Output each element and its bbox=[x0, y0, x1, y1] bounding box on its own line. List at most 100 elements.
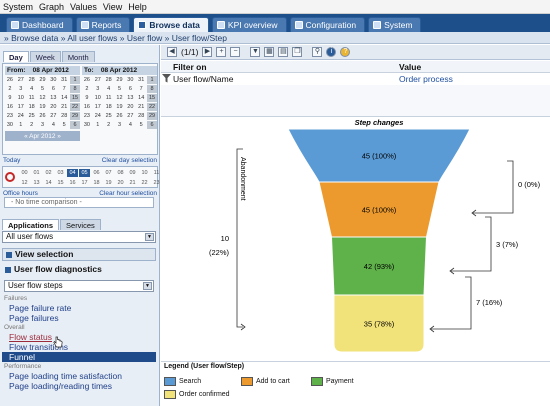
calendar-day[interactable]: 21 bbox=[59, 103, 69, 111]
hour-cell[interactable]: 05 bbox=[79, 169, 90, 177]
tab-applications[interactable]: Applications bbox=[2, 219, 60, 230]
calendar-day[interactable]: 6 bbox=[70, 121, 80, 129]
hour-cell[interactable]: 02 bbox=[43, 169, 54, 177]
tab-week[interactable]: Week bbox=[29, 51, 61, 62]
filter-row[interactable]: User flow/Name Order process bbox=[161, 73, 550, 85]
calendar-day[interactable]: 13 bbox=[48, 94, 58, 102]
menu-help[interactable]: Help bbox=[128, 2, 147, 12]
calendar-day[interactable]: 7 bbox=[59, 85, 69, 93]
tab-services[interactable]: Services bbox=[60, 219, 101, 230]
calendar-day[interactable]: 23 bbox=[82, 112, 92, 120]
calendar-day[interactable]: 11 bbox=[27, 94, 37, 102]
tab-month[interactable]: Month bbox=[61, 51, 95, 62]
calendar-day[interactable]: 21 bbox=[136, 103, 146, 111]
nav-page-loading-time[interactable]: Page loading time satisfaction bbox=[2, 371, 156, 381]
calendar-day[interactable]: 28 bbox=[136, 112, 146, 120]
calendar-day[interactable]: 4 bbox=[48, 121, 58, 129]
tab-system[interactable]: System bbox=[368, 17, 422, 32]
hour-cell[interactable]: 09 bbox=[127, 169, 138, 177]
nav-funnel[interactable]: Funnel bbox=[2, 352, 156, 362]
from-day-grid[interactable]: 26 27 28 29 30 31 1 2 3 4 5 6 7 8 9 10 11 12 13 14 15 16 17 18 1… bbox=[5, 76, 80, 129]
calendar-day[interactable]: 3 bbox=[38, 121, 48, 129]
hour-cell[interactable]: 18 bbox=[91, 179, 102, 187]
calendar-day[interactable]: 27 bbox=[48, 112, 58, 120]
to-day-grid[interactable]: 26 27 28 29 30 31 1 2 3 4 5 6 7 8 9 10 11 12 13 14 15 16 17 18 1… bbox=[82, 76, 157, 129]
calendar-day[interactable]: 3 bbox=[115, 121, 125, 129]
calendar-day[interactable]: 31 bbox=[136, 76, 146, 84]
calendar-day[interactable]: 22 bbox=[147, 103, 157, 111]
hour-cell[interactable]: 12 bbox=[19, 179, 30, 187]
hour-cell[interactable]: 21 bbox=[127, 179, 138, 187]
calendar-day[interactable]: 5 bbox=[115, 85, 125, 93]
calendar-day[interactable]: 25 bbox=[27, 112, 37, 120]
zoom-out-icon[interactable]: − bbox=[230, 47, 241, 57]
search-icon[interactable]: ⚲ bbox=[312, 47, 323, 57]
calendar-day[interactable]: 7 bbox=[136, 85, 146, 93]
hour-cell[interactable]: 13 bbox=[31, 179, 42, 187]
calendar-day[interactable]: 29 bbox=[38, 76, 48, 84]
calendar-day[interactable]: 26 bbox=[82, 76, 92, 84]
menu-system[interactable]: System bbox=[3, 2, 33, 12]
calendar-day[interactable]: 5 bbox=[38, 85, 48, 93]
calendar-day[interactable]: 28 bbox=[59, 112, 69, 120]
hour-cell[interactable]: 00 bbox=[19, 169, 30, 177]
time-comparison-select[interactable]: - No time comparison - bbox=[4, 197, 154, 208]
hour-cell[interactable]: 17 bbox=[79, 179, 90, 187]
calendar-day[interactable]: 4 bbox=[104, 85, 114, 93]
calendar-day[interactable]: 1 bbox=[93, 121, 103, 129]
zoom-in-icon[interactable]: + bbox=[216, 47, 227, 57]
calendar-day[interactable]: 5 bbox=[59, 121, 69, 129]
hour-cell[interactable]: 03 bbox=[55, 169, 66, 177]
month-nav[interactable]: « Apr 2012 » bbox=[5, 131, 80, 141]
hour-cell[interactable]: 10 bbox=[139, 169, 150, 177]
calendar-day[interactable]: 12 bbox=[115, 94, 125, 102]
calendar-day[interactable]: 2 bbox=[5, 85, 15, 93]
calendar-day[interactable]: 29 bbox=[115, 76, 125, 84]
calendar-day[interactable]: 3 bbox=[93, 85, 103, 93]
nav-flow-status[interactable]: Flow status bbox=[2, 332, 156, 342]
hour-cell[interactable]: 04 bbox=[67, 169, 78, 177]
calendar-day[interactable]: 3 bbox=[16, 85, 26, 93]
calendar-day[interactable]: 8 bbox=[147, 85, 157, 93]
tab-day[interactable]: Day bbox=[3, 51, 29, 62]
calendar-day[interactable]: 1 bbox=[147, 76, 157, 84]
menu-graph[interactable]: Graph bbox=[39, 2, 64, 12]
filter-icon[interactable]: ▼ bbox=[250, 47, 261, 57]
calendar-day[interactable]: 4 bbox=[125, 121, 135, 129]
calendar-day[interactable]: 26 bbox=[5, 76, 15, 84]
hour-cell[interactable]: 15 bbox=[55, 179, 66, 187]
hour-cell[interactable]: 07 bbox=[103, 169, 114, 177]
calendar-day[interactable]: 28 bbox=[104, 76, 114, 84]
calendar-day[interactable]: 6 bbox=[48, 85, 58, 93]
calendar-day[interactable]: 1 bbox=[70, 76, 80, 84]
filter-value[interactable]: Order process bbox=[399, 74, 453, 84]
calendar-day[interactable]: 20 bbox=[48, 103, 58, 111]
tab-kpi-overview[interactable]: KPI overview bbox=[211, 17, 287, 32]
calendar-day[interactable]: 2 bbox=[82, 85, 92, 93]
calendar-day[interactable]: 25 bbox=[104, 112, 114, 120]
hour-cell[interactable]: 16 bbox=[67, 179, 78, 187]
calendar-day[interactable]: 14 bbox=[136, 94, 146, 102]
copy-icon[interactable]: ❐ bbox=[292, 47, 303, 57]
calendar-day[interactable]: 4 bbox=[27, 85, 37, 93]
calendar-day[interactable]: 2 bbox=[27, 121, 37, 129]
clear-day-link[interactable]: Clear day selection bbox=[102, 157, 157, 164]
calendar-day[interactable]: 15 bbox=[70, 94, 80, 102]
export-icon[interactable]: ▤ bbox=[278, 47, 289, 57]
calendar-day[interactable]: 16 bbox=[82, 103, 92, 111]
help-icon[interactable]: ? bbox=[340, 47, 351, 57]
hour-cell[interactable]: 08 bbox=[115, 169, 126, 177]
calendar-day[interactable]: 1 bbox=[16, 121, 26, 129]
calendar-day[interactable]: 29 bbox=[70, 112, 80, 120]
hour-row-pm[interactable]: 12 13 14 15 16 17 18 19 20 21 22 23 bbox=[19, 179, 163, 187]
nav-page-failures[interactable]: Page failures bbox=[2, 313, 156, 323]
calendar-day[interactable]: 9 bbox=[82, 94, 92, 102]
calendar-day[interactable]: 14 bbox=[59, 94, 69, 102]
calendar-day[interactable]: 24 bbox=[16, 112, 26, 120]
hour-cell[interactable]: 19 bbox=[103, 179, 114, 187]
hour-cell[interactable]: 06 bbox=[91, 169, 102, 177]
calendar-day[interactable]: 23 bbox=[5, 112, 15, 120]
calendar-day[interactable]: 19 bbox=[115, 103, 125, 111]
office-hours-link[interactable]: Office hours bbox=[3, 190, 38, 197]
calendar-day[interactable]: 28 bbox=[27, 76, 37, 84]
